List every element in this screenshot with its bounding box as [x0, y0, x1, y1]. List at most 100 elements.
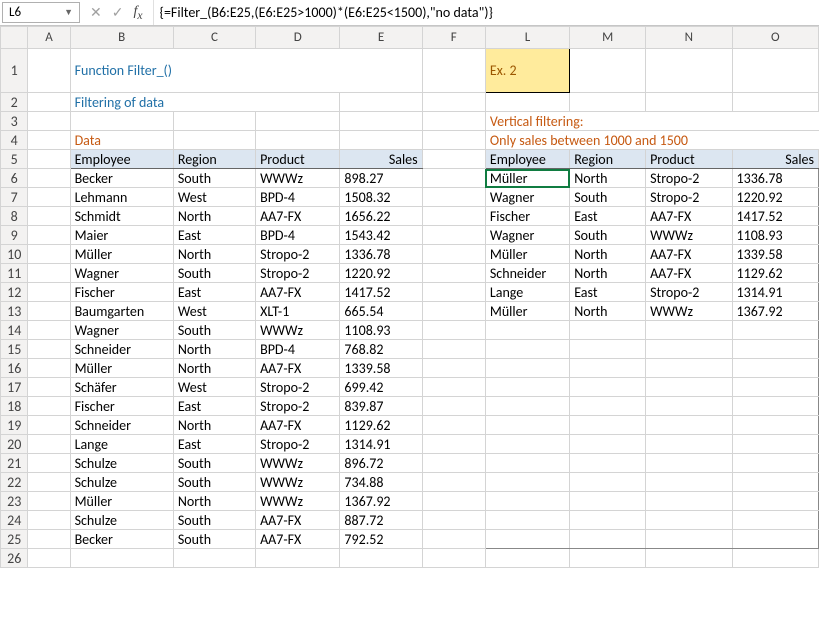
cell[interactable] [173, 112, 255, 131]
cell[interactable] [256, 131, 340, 150]
cell[interactable]: North [173, 492, 255, 511]
cell[interactable]: WWWz [256, 321, 340, 340]
cell[interactable] [485, 397, 569, 416]
cell[interactable] [422, 302, 485, 321]
row-header[interactable]: 5 [1, 150, 28, 169]
cell[interactable]: 792.52 [340, 530, 422, 549]
spreadsheet-grid[interactable]: A B C D E F L M N O 1 Function Filter_()… [0, 26, 819, 622]
cell[interactable] [646, 435, 732, 454]
col-header[interactable]: O [732, 27, 818, 49]
cell[interactable]: AA7-FX [256, 359, 340, 378]
cell[interactable]: WWWz [256, 454, 340, 473]
cell[interactable]: 1656.22 [340, 207, 422, 226]
cell[interactable]: East [173, 435, 255, 454]
cell[interactable]: Maier [70, 226, 173, 245]
cell[interactable]: 1417.52 [340, 283, 422, 302]
cell[interactable]: Lehmann [70, 188, 173, 207]
cell[interactable] [422, 169, 485, 188]
cell[interactable]: 1220.92 [732, 188, 818, 207]
cell[interactable] [28, 226, 70, 245]
cell[interactable] [732, 435, 818, 454]
cell[interactable] [28, 49, 70, 93]
cell[interactable] [646, 454, 732, 473]
active-cell[interactable]: Müller [485, 169, 569, 188]
cell[interactable]: Müller [70, 492, 173, 511]
cell[interactable]: South [173, 321, 255, 340]
cell[interactable] [28, 188, 70, 207]
cell[interactable] [732, 416, 818, 435]
cell[interactable] [28, 112, 70, 131]
cell[interactable]: North [173, 340, 255, 359]
cell[interactable]: Baumgarten [70, 302, 173, 321]
cell[interactable] [28, 378, 70, 397]
cell[interactable] [422, 359, 485, 378]
cell[interactable] [485, 530, 569, 549]
row-header[interactable]: 18 [1, 397, 28, 416]
cell[interactable]: North [570, 264, 646, 283]
row-header[interactable]: 13 [1, 302, 28, 321]
cell[interactable]: Müller [485, 245, 569, 264]
cell[interactable] [422, 416, 485, 435]
cell[interactable] [646, 530, 732, 549]
cell[interactable] [570, 378, 646, 397]
cell[interactable] [28, 207, 70, 226]
row-header[interactable]: 23 [1, 492, 28, 511]
cell[interactable] [485, 492, 569, 511]
cell[interactable]: BPD-4 [256, 188, 340, 207]
cell[interactable]: 734.88 [340, 473, 422, 492]
cancel-icon[interactable]: ✕ [90, 4, 102, 21]
chevron-down-icon[interactable]: ▼ [64, 7, 73, 18]
cell[interactable]: AA7-FX [646, 207, 732, 226]
cell[interactable]: 1108.93 [732, 226, 818, 245]
cell[interactable]: WWWz [256, 473, 340, 492]
cell[interactable] [173, 549, 255, 568]
cell[interactable]: XLT-1 [256, 302, 340, 321]
cell[interactable]: Wagner [70, 321, 173, 340]
cell[interactable]: North [173, 416, 255, 435]
cell[interactable] [570, 321, 646, 340]
cell[interactable]: AA7-FX [256, 283, 340, 302]
cell[interactable] [70, 549, 173, 568]
cell[interactable] [340, 549, 422, 568]
cell[interactable]: 887.72 [340, 511, 422, 530]
col-header[interactable]: E [340, 27, 422, 49]
page-title[interactable]: Function Filter_() [70, 49, 422, 93]
cell[interactable] [570, 492, 646, 511]
cell[interactable] [732, 530, 818, 549]
row-header[interactable]: 3 [1, 112, 28, 131]
cell[interactable] [28, 549, 70, 568]
cell[interactable]: Wagner [485, 226, 569, 245]
cell[interactable] [732, 93, 818, 112]
cell[interactable] [340, 112, 422, 131]
cell[interactable] [256, 549, 340, 568]
cell[interactable] [732, 397, 818, 416]
cell[interactable]: 1336.78 [732, 169, 818, 188]
cell[interactable]: West [173, 188, 255, 207]
cell[interactable]: Wagner [70, 264, 173, 283]
th-region-r[interactable]: Region [570, 150, 646, 169]
cell[interactable]: Fischer [485, 207, 569, 226]
row-header[interactable]: 22 [1, 473, 28, 492]
cell[interactable] [646, 93, 732, 112]
cell[interactable]: West [173, 378, 255, 397]
cell[interactable]: South [570, 188, 646, 207]
cell[interactable] [28, 131, 70, 150]
cell[interactable]: 898.27 [340, 169, 422, 188]
cell[interactable]: AA7-FX [256, 207, 340, 226]
cell[interactable]: Stropo-2 [256, 435, 340, 454]
cell[interactable]: South [570, 226, 646, 245]
cell[interactable] [28, 435, 70, 454]
row-header[interactable]: 15 [1, 340, 28, 359]
cell[interactable] [570, 397, 646, 416]
cell[interactable]: 768.82 [340, 340, 422, 359]
th-region[interactable]: Region [173, 150, 255, 169]
cell[interactable] [422, 112, 485, 131]
vfilter-line2[interactable]: Only sales between 1000 and 1500 [485, 131, 818, 150]
cell[interactable]: 1129.62 [340, 416, 422, 435]
cell[interactable]: Becker [70, 169, 173, 188]
row-header[interactable]: 16 [1, 359, 28, 378]
cell[interactable]: North [173, 245, 255, 264]
cell[interactable] [70, 112, 173, 131]
cell[interactable] [422, 264, 485, 283]
cell[interactable]: Fischer [70, 283, 173, 302]
